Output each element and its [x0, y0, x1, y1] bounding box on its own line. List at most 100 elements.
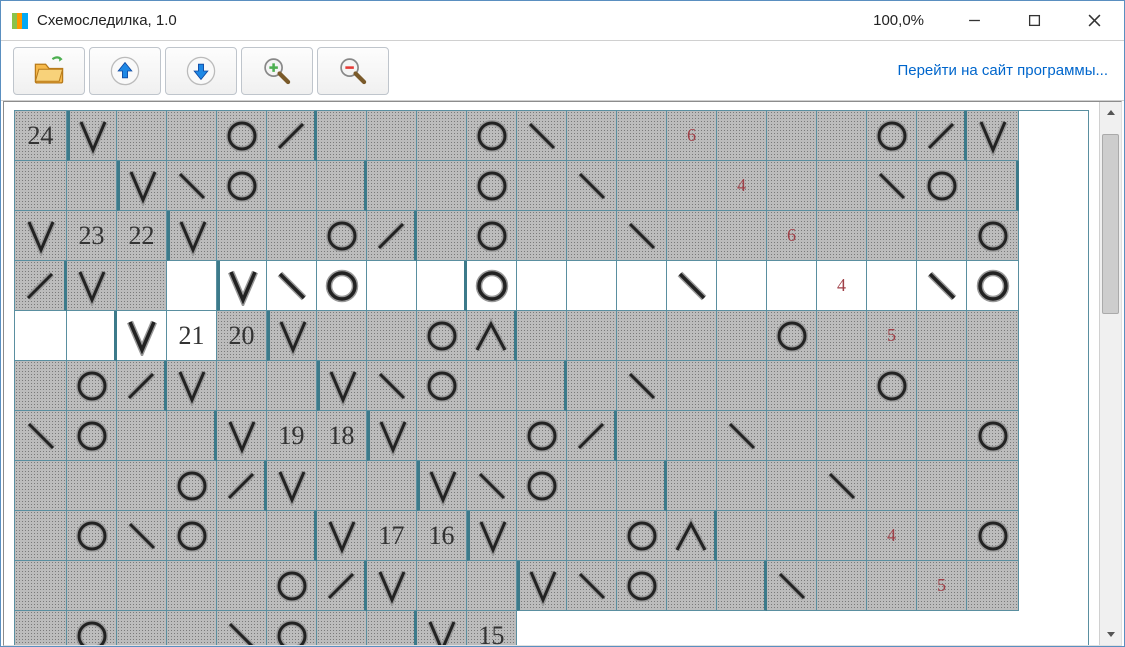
vertical-scrollbar[interactable]: [1099, 102, 1121, 645]
chart-cell: [817, 161, 867, 211]
chart-cell: [567, 461, 617, 511]
stitch-symbol-o-icon: [72, 516, 112, 556]
chart-cell: [717, 461, 767, 511]
chart-grid: 246423226421205191817164515: [14, 110, 1089, 645]
chart-cell: [517, 461, 567, 511]
chart-cell: 4: [817, 261, 867, 311]
toolbar: Перейти на сайт программы...: [1, 41, 1124, 101]
chart-cell: [617, 261, 667, 311]
chart-cell: [717, 511, 767, 561]
stitch-symbol-o-icon: [422, 366, 462, 406]
window-title: Схемоследилка, 1.0: [37, 12, 177, 29]
stitch-symbol-o-icon: [322, 216, 362, 256]
stitch-symbol-o-icon: [222, 166, 262, 206]
stitch-symbol-slash-icon: [121, 366, 161, 406]
chart-cell: [15, 211, 67, 261]
chart-cell: [567, 311, 617, 361]
stitch-symbol-o-icon: [322, 266, 362, 306]
chart-cell: [567, 111, 617, 161]
row-number: 19: [279, 421, 305, 451]
site-link[interactable]: Перейти на сайт программы...: [897, 62, 1108, 79]
view-area: 246423226421205191817164515: [3, 101, 1122, 646]
scroll-thumb[interactable]: [1102, 134, 1119, 314]
chart-cell: [767, 361, 817, 411]
chart-cell: [967, 511, 1019, 561]
chart-cell: [417, 361, 467, 411]
chart-cell: [267, 211, 317, 261]
chart-cell: [417, 261, 467, 311]
stitch-symbol-backslash-icon: [622, 366, 662, 406]
close-button[interactable]: [1064, 1, 1124, 41]
stitch-symbol-backslash-icon: [722, 416, 762, 456]
stitch-symbol-o-icon: [472, 266, 512, 306]
stitch-symbol-o-icon: [522, 466, 562, 506]
stitch-symbol-v-icon: [223, 266, 263, 306]
chart-cell: [717, 111, 767, 161]
chart-cell: [467, 161, 517, 211]
chart-cell: 5: [917, 561, 967, 611]
stitch-symbol-backslash-icon: [922, 266, 962, 306]
chart-cell: [917, 361, 967, 411]
chart-cell: [767, 311, 817, 361]
row-label-right: [317, 461, 367, 511]
row-down-button[interactable]: [165, 47, 237, 95]
stitch-symbol-o-icon: [72, 616, 112, 646]
chart-cell: [417, 311, 467, 361]
stitch-symbol-o-icon: [622, 516, 662, 556]
chart-cell: [617, 111, 667, 161]
chart-cell: [867, 111, 917, 161]
chart-cell: [67, 111, 117, 161]
chart-cell: [317, 261, 367, 311]
chart-cell: [217, 411, 267, 461]
chart-cell: [767, 561, 817, 611]
stitch-symbol-backslash-icon: [122, 516, 162, 556]
chart-cell: [667, 261, 717, 311]
row-label-left: [467, 561, 517, 611]
chart-cell: [467, 111, 517, 161]
scroll-down-button[interactable]: [1100, 623, 1121, 645]
stitch-symbol-caret-icon: [471, 316, 511, 356]
chart-cell: [617, 161, 667, 211]
stitch-symbol-backslash-icon: [672, 266, 712, 306]
zoom-in-button[interactable]: [241, 47, 313, 95]
row-label-left: [367, 461, 417, 511]
chart-cell: [217, 511, 267, 561]
stitch-symbol-o-icon: [522, 416, 562, 456]
chart-cell: [167, 161, 217, 211]
chart-cell: [367, 161, 417, 211]
open-button[interactable]: [13, 47, 85, 95]
chart-cell: [317, 611, 367, 645]
stitch-symbol-v-icon: [122, 316, 162, 356]
stitch-symbol-v-icon: [423, 466, 463, 506]
row-label-right: [417, 561, 467, 611]
stitch-symbol-o-icon: [72, 366, 112, 406]
stitch-symbol-backslash-icon: [872, 166, 912, 206]
chart-cell: [567, 561, 617, 611]
chart-cell: 4: [867, 511, 917, 561]
chart-cell: [317, 211, 367, 261]
row-up-button[interactable]: [89, 47, 161, 95]
chart-cell: [517, 211, 567, 261]
chart-cell: [867, 211, 917, 261]
scroll-track[interactable]: [1100, 124, 1121, 623]
minimize-button[interactable]: [944, 1, 1004, 41]
zoom-level: 100,0%: [873, 12, 924, 29]
row-number: 22: [129, 221, 155, 251]
stitch-symbol-caret-icon: [671, 516, 711, 556]
stitch-symbol-v-icon: [322, 516, 362, 556]
row-label-left: [67, 161, 117, 211]
maximize-button[interactable]: [1004, 1, 1064, 41]
chart-cell: [317, 161, 367, 211]
chart-scroll-area[interactable]: 246423226421205191817164515: [4, 102, 1099, 645]
chart-cell: [467, 361, 517, 411]
chart-cell: [167, 611, 217, 645]
scroll-up-button[interactable]: [1100, 102, 1121, 124]
stitch-symbol-slash-icon: [571, 416, 611, 456]
chart-cell: [667, 511, 717, 561]
chart-cell: [517, 111, 567, 161]
zoom-out-button[interactable]: [317, 47, 389, 95]
stitch-symbol-backslash-icon: [172, 166, 212, 206]
chart-cell: [117, 461, 167, 511]
stitch-symbol-backslash-icon: [572, 566, 612, 606]
titlebar: Схемоследилка, 1.0 100,0%: [1, 1, 1124, 41]
